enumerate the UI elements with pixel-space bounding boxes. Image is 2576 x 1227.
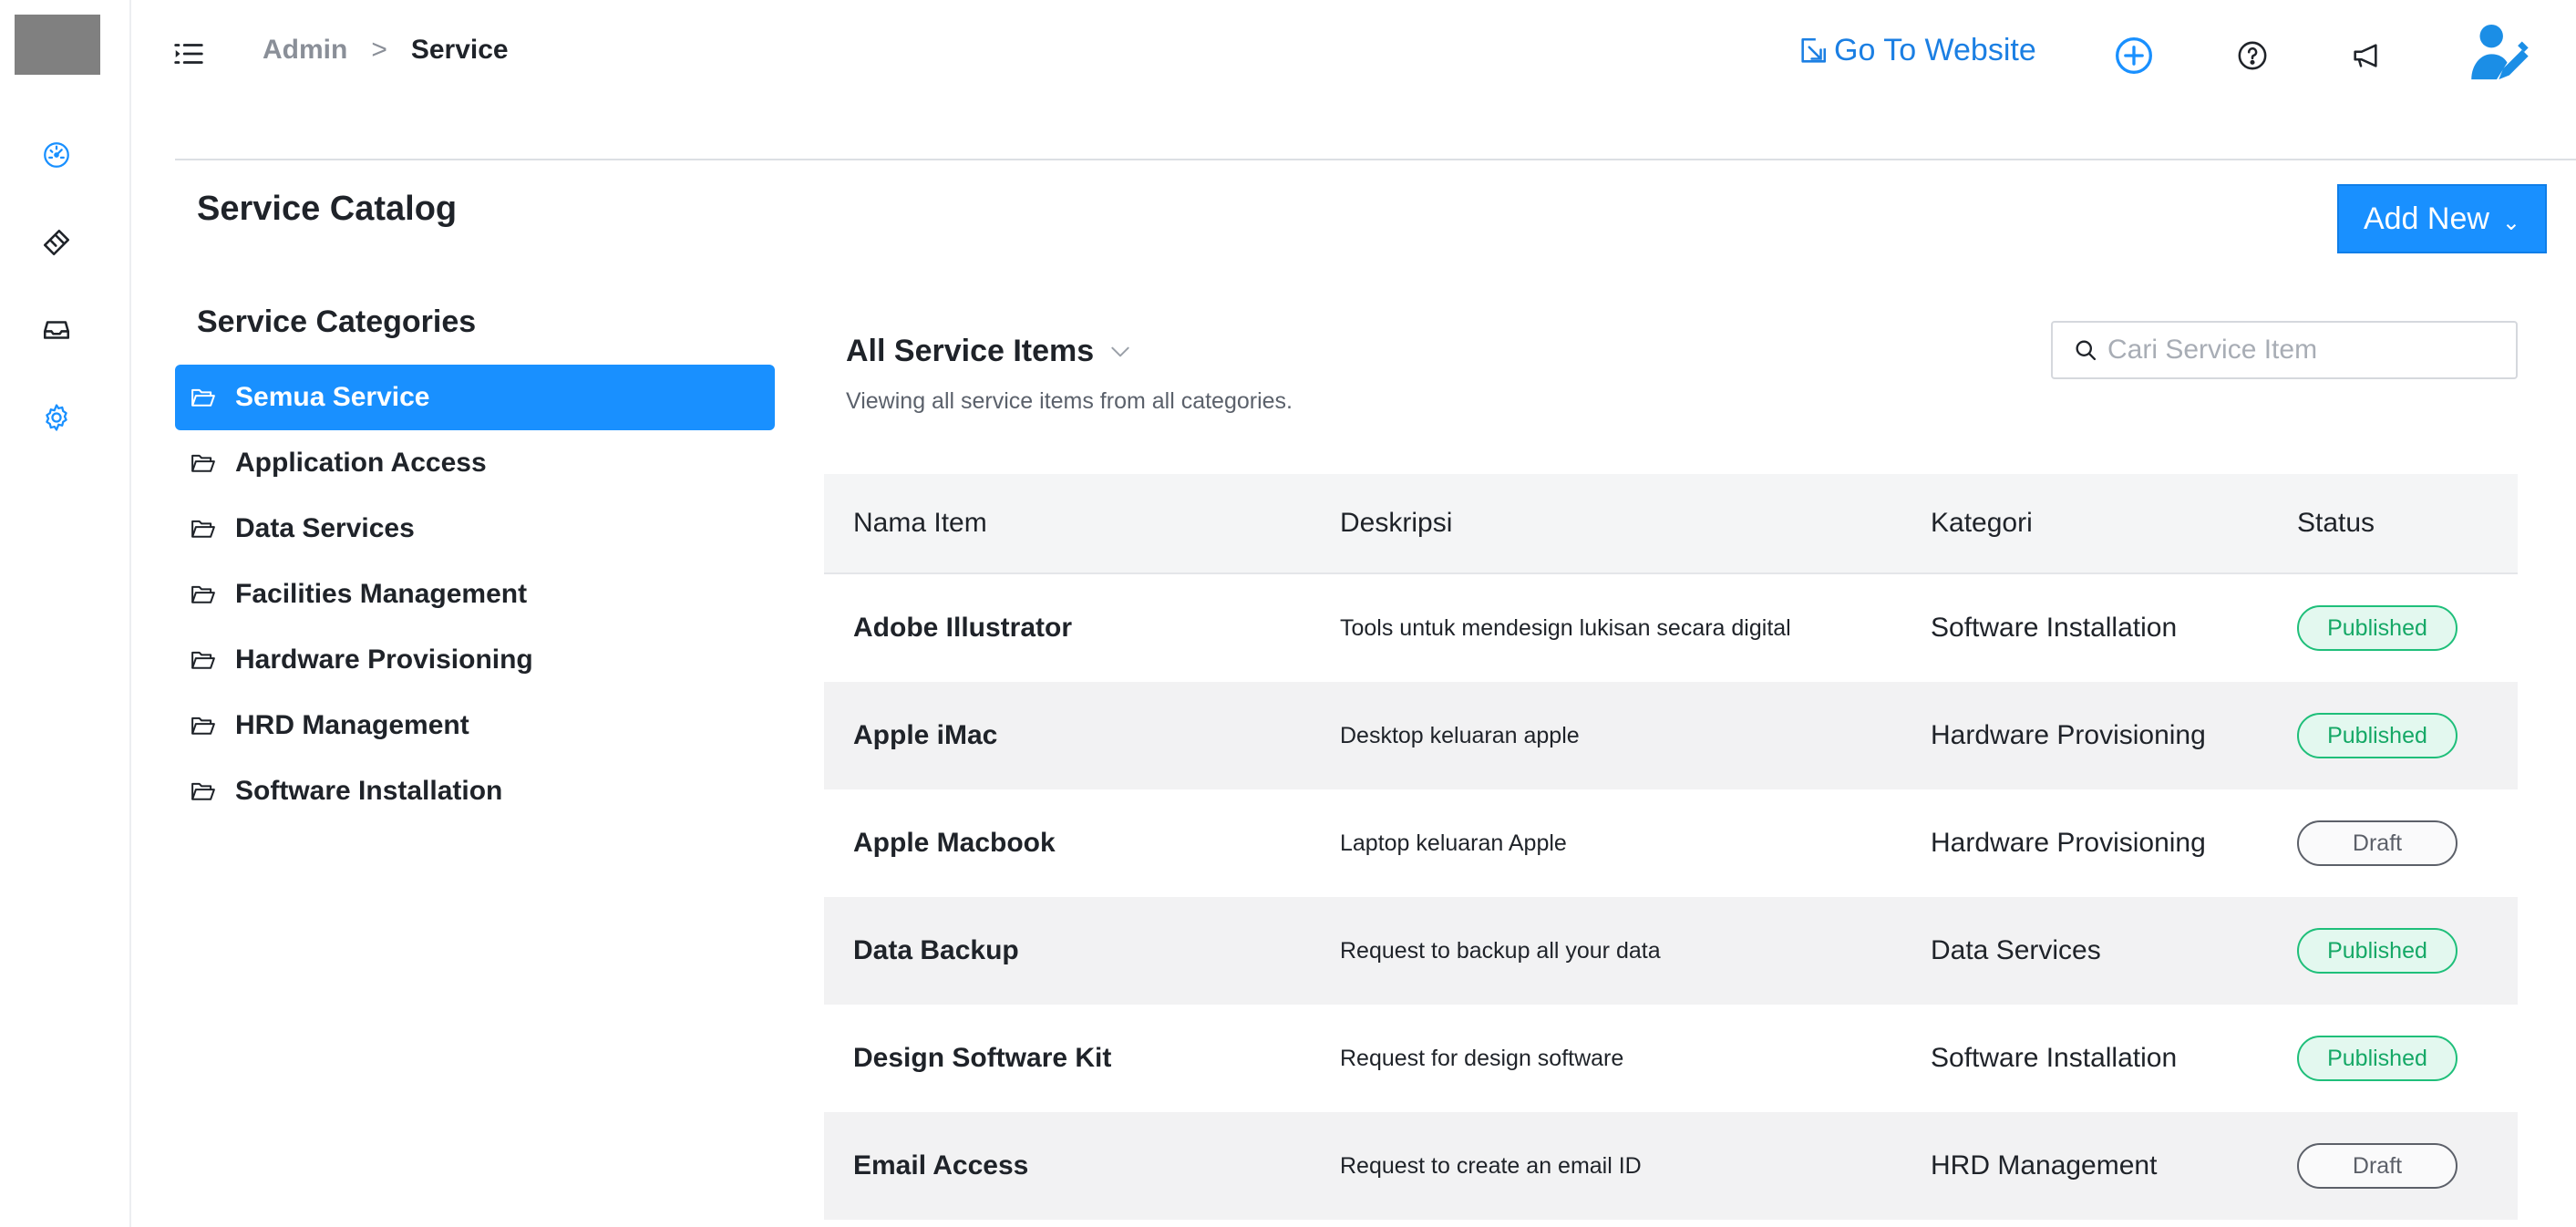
category-item-label: Data Services: [235, 513, 415, 543]
category-item[interactable]: Application Access: [175, 430, 775, 496]
settings-icon[interactable]: [35, 396, 78, 439]
inbox-icon[interactable]: [35, 308, 78, 352]
item-description-cell: Laptop keluaran Apple: [1340, 830, 1567, 856]
table-row[interactable]: Adobe Illustrator Tools untuk mendesign l…: [824, 574, 2518, 682]
item-description-cell: Request for design software: [1340, 1045, 1624, 1071]
category-item[interactable]: Facilities Management: [175, 562, 775, 627]
item-description-cell: Request to backup all your data: [1340, 937, 1661, 964]
item-name-cell[interactable]: Email Access: [824, 1150, 1340, 1181]
table-header: Nama Item Deskripsi Kategori Status: [824, 474, 2518, 574]
breadcrumb-admin[interactable]: Admin: [263, 35, 347, 66]
table-row[interactable]: Apple iMac Desktop keluaran apple Hardware…: [824, 682, 2518, 789]
search-input[interactable]: [2107, 335, 2499, 366]
page-title: Service Catalog: [197, 190, 458, 228]
menu-fold-icon[interactable]: [171, 36, 206, 71]
list-subtitle: Viewing all service items from all categ…: [846, 388, 1293, 414]
folder-open-icon: [191, 651, 215, 669]
folder-open-icon: [191, 717, 215, 735]
item-category-cell: Software Installation: [1931, 1043, 2178, 1073]
go-to-website-label: Go To Website: [1834, 33, 2036, 67]
service-items-table: Nama Item Deskripsi Kategori Status Adob…: [824, 474, 2518, 1220]
category-item[interactable]: Software Installation: [175, 758, 775, 824]
search-icon: [2076, 340, 2097, 361]
item-name-cell[interactable]: Adobe Illustrator: [824, 613, 1340, 644]
table-row[interactable]: Data Backup Request to backup all your da…: [824, 897, 2518, 1005]
category-item-label: Application Access: [235, 448, 487, 478]
status-badge: Draft: [2297, 1143, 2458, 1189]
status-badge: Published: [2297, 928, 2458, 974]
search-box[interactable]: [2051, 321, 2518, 379]
column-header-status[interactable]: Status: [2297, 508, 2518, 539]
category-item[interactable]: Data Services: [175, 496, 775, 562]
megaphone-icon[interactable]: [2344, 35, 2386, 77]
go-to-website-link[interactable]: Go To Website: [1798, 33, 2036, 68]
app-logo[interactable]: [15, 15, 100, 75]
table-row[interactable]: Design Software Kit Request for design so…: [824, 1005, 2518, 1112]
folder-open-icon: [191, 585, 215, 603]
item-category-cell: Hardware Provisioning: [1931, 828, 2206, 858]
header-divider: [175, 159, 2576, 160]
chevron-down-icon: [1111, 346, 1129, 356]
column-header-category[interactable]: Kategori: [1931, 508, 2297, 539]
category-item[interactable]: HRD Management: [175, 693, 775, 758]
add-new-button[interactable]: Add New ⌄: [2337, 184, 2547, 253]
status-badge: Published: [2297, 713, 2458, 758]
status-badge: Draft: [2297, 820, 2458, 866]
user-avatar-icon[interactable]: [2463, 18, 2530, 86]
category-item-label: Software Installation: [235, 776, 503, 806]
item-description-cell: Request to create an email ID: [1340, 1152, 1642, 1179]
category-item-label: HRD Management: [235, 710, 469, 740]
item-name-cell[interactable]: Data Backup: [824, 935, 1340, 966]
app-root: Admin > Service Go To Website Service Ca…: [0, 0, 2576, 1227]
item-name-cell[interactable]: Apple iMac: [824, 720, 1340, 751]
external-link-icon: [1801, 37, 1827, 63]
item-category-cell: HRD Management: [1931, 1150, 2158, 1181]
folder-open-icon: [191, 520, 215, 538]
column-header-name[interactable]: Nama Item: [824, 508, 1340, 539]
category-item[interactable]: Semua Service: [175, 365, 775, 430]
plus-circle-icon[interactable]: [2113, 35, 2155, 77]
table-row[interactable]: Email Access Request to create an email I…: [824, 1112, 2518, 1220]
item-description-cell: Tools untuk mendesign lukisan secara dig…: [1340, 614, 1791, 641]
breadcrumb: Admin > Service: [263, 35, 509, 66]
item-name-cell[interactable]: Design Software Kit: [824, 1043, 1340, 1074]
item-category-cell: Data Services: [1931, 935, 2101, 965]
left-rail: [0, 0, 131, 1227]
category-item-label: Semua Service: [235, 382, 430, 412]
category-item-label: Hardware Provisioning: [235, 644, 533, 675]
help-icon[interactable]: [2231, 35, 2273, 77]
add-new-label: Add New: [2363, 201, 2489, 236]
breadcrumb-current: Service: [410, 35, 509, 65]
ticket-icon[interactable]: [35, 221, 78, 264]
item-description-cell: Desktop keluaran apple: [1340, 722, 1580, 748]
dashboard-icon[interactable]: [35, 133, 78, 177]
folder-open-icon: [191, 388, 215, 407]
status-badge: Published: [2297, 605, 2458, 651]
category-list: Semua Service Application Access Data Serv…: [175, 365, 775, 824]
item-name-cell[interactable]: Apple Macbook: [824, 828, 1340, 859]
list-title: All Service Items: [846, 334, 1095, 368]
item-category-cell: Hardware Provisioning: [1931, 720, 2206, 750]
categories-heading: Service Categories: [197, 304, 477, 339]
list-filter-dropdown[interactable]: All Service Items: [846, 334, 1132, 369]
status-badge: Published: [2297, 1036, 2458, 1081]
column-header-description[interactable]: Deskripsi: [1340, 508, 1931, 539]
folder-open-icon: [191, 454, 215, 472]
item-category-cell: Software Installation: [1931, 613, 2178, 643]
folder-open-icon: [191, 782, 215, 800]
category-item-label: Facilities Management: [235, 579, 528, 609]
table-body: Adobe Illustrator Tools untuk mendesign l…: [824, 574, 2518, 1220]
category-item[interactable]: Hardware Provisioning: [175, 627, 775, 693]
chevron-down-icon: ⌄: [2501, 210, 2521, 235]
table-row[interactable]: Apple Macbook Laptop keluaran Apple Hardwa…: [824, 789, 2518, 897]
breadcrumb-separator: >: [371, 35, 387, 65]
